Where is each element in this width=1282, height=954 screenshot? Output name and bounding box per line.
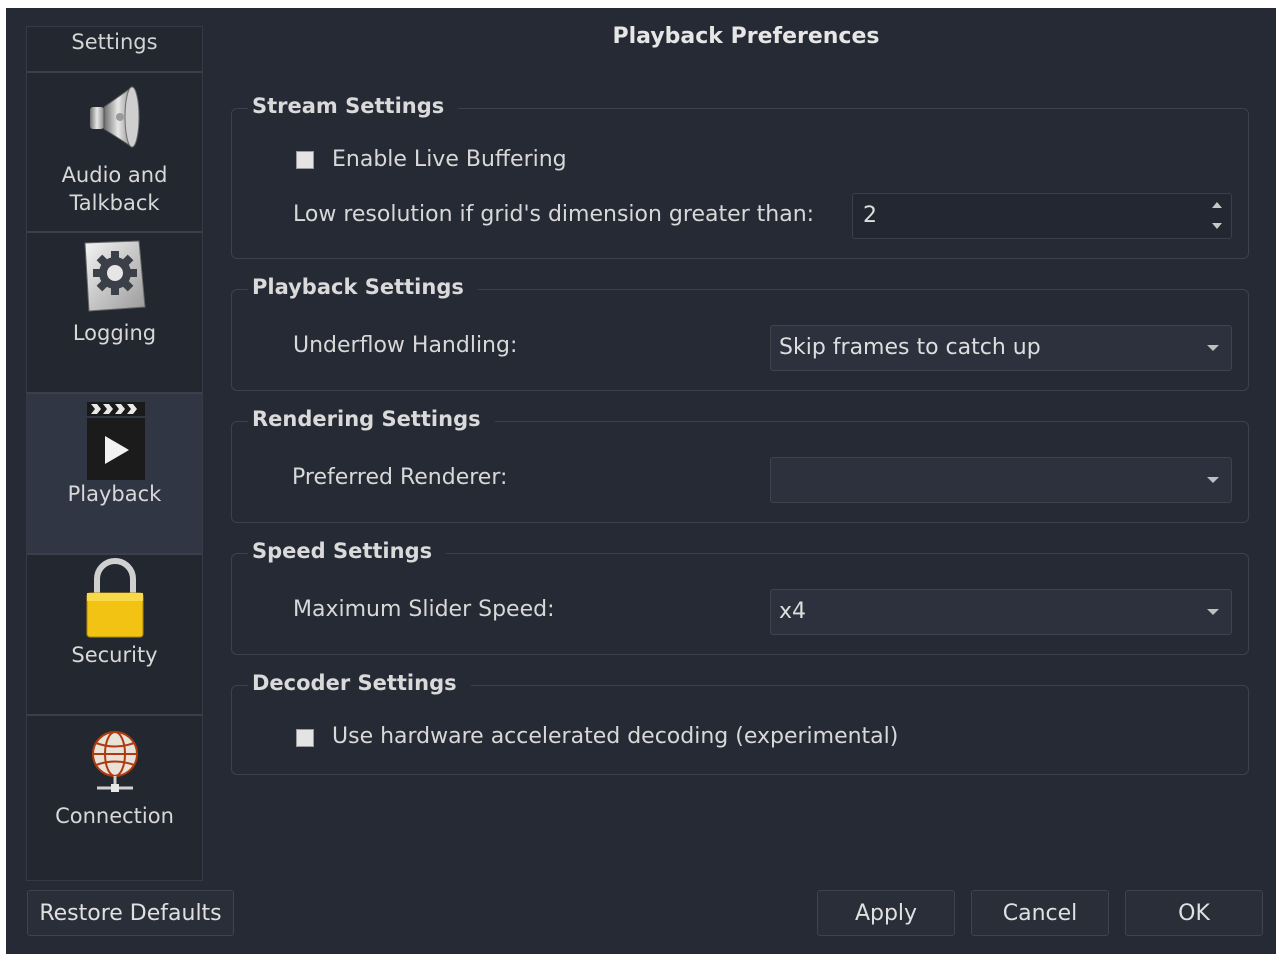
- padlock-icon: [83, 557, 147, 643]
- renderer-label: Preferred Renderer:: [292, 465, 508, 490]
- spin-up-arrow-icon[interactable]: [1209, 197, 1225, 215]
- playback-settings-group: Playback Settings Underflow Handling: Sk…: [231, 270, 1249, 391]
- group-title: Stream Settings: [248, 89, 459, 123]
- sidebar-item-label: Talkback: [69, 191, 160, 215]
- group-title: Speed Settings: [248, 534, 447, 568]
- sidebar-item-playback[interactable]: Playback: [27, 394, 202, 555]
- low-res-label: Low resolution if grid's dimension great…: [293, 202, 815, 227]
- sidebar-item-security[interactable]: Security: [27, 555, 202, 716]
- sidebar-item-label: Security: [71, 643, 158, 667]
- max-slider-speed-dropdown[interactable]: x4: [770, 589, 1232, 635]
- stream-settings-group: Stream Settings Enable Live Buffering Lo…: [231, 89, 1249, 259]
- sidebar-item-label: Logging: [72, 321, 157, 345]
- preferred-renderer-dropdown[interactable]: [770, 457, 1232, 503]
- sidebar-header: Settings: [27, 27, 202, 73]
- speed-settings-group: Speed Settings Maximum Slider Speed: x4: [231, 534, 1249, 655]
- group-title: Decoder Settings: [248, 666, 471, 700]
- preferences-dialog: Settings Audio and Talkback Logging Play…: [6, 8, 1276, 954]
- apply-button[interactable]: Apply: [817, 890, 955, 936]
- clapperboard-play-icon: [83, 400, 147, 484]
- chevron-down-icon: [1207, 345, 1219, 351]
- chevron-down-icon: [1207, 477, 1219, 483]
- globe-network-icon: [85, 728, 145, 800]
- max-speed-value: x4: [779, 599, 807, 624]
- group-title: Rendering Settings: [248, 402, 495, 436]
- ok-button[interactable]: OK: [1125, 890, 1263, 936]
- live-buffering-checkbox[interactable]: [296, 151, 314, 169]
- chevron-down-icon: [1207, 609, 1219, 615]
- spin-down-arrow-icon[interactable]: [1209, 217, 1225, 235]
- hw-decoding-label: Use hardware accelerated decoding (exper…: [332, 724, 899, 749]
- cancel-button[interactable]: Cancel: [971, 890, 1109, 936]
- sidebar-item-audio-talkback[interactable]: Audio and Talkback: [27, 73, 202, 233]
- group-title: Playback Settings: [248, 270, 478, 304]
- low-res-value: 2: [863, 203, 877, 228]
- sidebar-item-label: Audio and: [61, 163, 168, 187]
- sidebar-item-connection[interactable]: Connection: [27, 716, 202, 877]
- live-buffering-label: Enable Live Buffering: [332, 147, 567, 172]
- low-res-spinbox[interactable]: 2: [852, 193, 1232, 239]
- sidebar-item-logging[interactable]: Logging: [27, 233, 202, 394]
- sidebar-item-label: Playback: [67, 482, 162, 506]
- gear-icon: [79, 237, 151, 321]
- hw-decoding-checkbox[interactable]: [296, 729, 314, 747]
- speaker-icon: [80, 81, 150, 157]
- sidebar-item-label: Connection: [55, 804, 174, 828]
- rendering-settings-group: Rendering Settings Preferred Renderer:: [231, 402, 1249, 523]
- max-speed-label: Maximum Slider Speed:: [293, 597, 555, 622]
- restore-defaults-button[interactable]: Restore Defaults: [27, 890, 234, 936]
- underflow-handling-dropdown[interactable]: Skip frames to catch up: [770, 325, 1232, 371]
- underflow-label: Underflow Handling:: [293, 333, 518, 358]
- settings-sidebar: Settings Audio and Talkback Logging Play…: [26, 26, 203, 881]
- underflow-value: Skip frames to catch up: [779, 335, 1041, 360]
- decoder-settings-group: Decoder Settings Use hardware accelerate…: [231, 666, 1249, 775]
- page-title: Playback Preferences: [612, 24, 880, 49]
